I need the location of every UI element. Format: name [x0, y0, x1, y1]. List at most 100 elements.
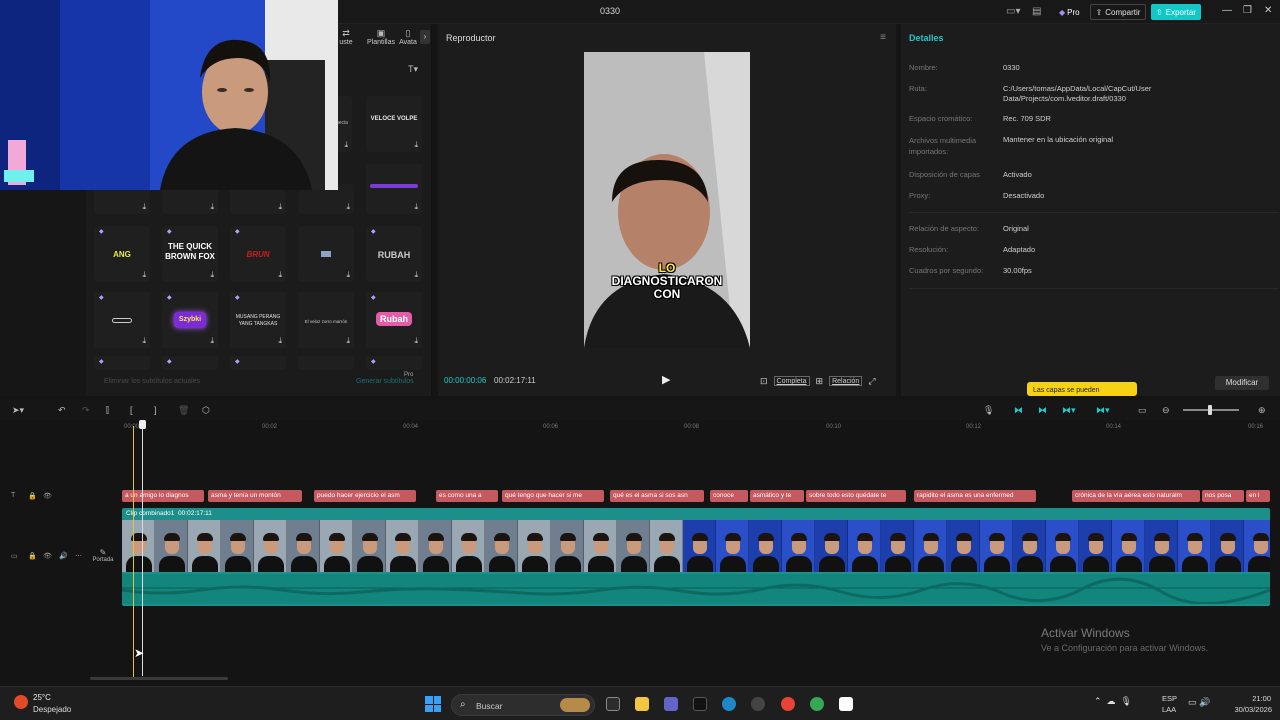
subtitle-clip[interactable]: sobre todo esto quédate te	[806, 490, 906, 502]
fullscreen-icon[interactable]: ⤢	[868, 376, 875, 387]
subtitle-clip[interactable]: asma y tenía un montón	[208, 490, 302, 502]
template-tile[interactable]: ◆ Szybki ⤓	[162, 292, 218, 348]
delete-icon[interactable]: 🗑	[178, 405, 189, 416]
download-icon[interactable]: ⤓	[278, 336, 282, 346]
download-icon[interactable]: ⤓	[346, 202, 350, 212]
trim-left-icon[interactable]: [	[130, 405, 133, 415]
caption-tool-icon[interactable]: ▭	[1138, 405, 1147, 416]
tab-templates[interactable]: ▣ Plantillas	[364, 28, 398, 46]
download-icon[interactable]: ⤓	[210, 202, 214, 212]
subtitle-clip[interactable]: asmático y te	[750, 490, 804, 502]
download-icon[interactable]: ⤓	[414, 336, 418, 346]
main-track-magnet-icon[interactable]: ⧓	[1014, 405, 1023, 416]
template-tile[interactable]: ◆	[366, 356, 422, 370]
download-icon[interactable]: ⤓	[346, 270, 350, 280]
aspect-ratio-button[interactable]: Relación	[829, 376, 863, 386]
pro-badge[interactable]: ◆ Pro	[1055, 5, 1084, 19]
video-preview[interactable]: LO DIAGNOSTICARON CON	[584, 52, 750, 348]
app-a-icon[interactable]	[693, 697, 707, 711]
split-icon[interactable]: ⫿	[106, 405, 109, 416]
template-tile[interactable]: ⤓	[298, 226, 354, 282]
template-tile[interactable]: VELOCE VOLPE ⤓	[366, 96, 422, 152]
time-ruler[interactable]: 00:00 00:02 00:04 00:06 00:08 00:10 00:1…	[120, 420, 1280, 434]
download-icon[interactable]: ⤓	[210, 336, 214, 346]
template-tile[interactable]: ◆ RUBAH ⤓	[366, 226, 422, 282]
lock-icon[interactable]: 🔒	[28, 552, 37, 560]
system-tray-icons[interactable]: ⌃ ☁ 🎙	[1094, 696, 1132, 707]
minimize-icon[interactable]: —	[1222, 5, 1232, 16]
download-icon[interactable]: ⤓	[414, 202, 418, 212]
clock-date[interactable]: 30/03/2026	[1222, 705, 1272, 714]
input-layout[interactable]: LAA	[1162, 705, 1176, 714]
tab-avatar[interactable]: ▯ Avata	[396, 28, 420, 46]
subtitle-clip[interactable]: rapidito el asma es una enfermed	[914, 490, 1036, 502]
chrome-icon[interactable]	[781, 697, 795, 711]
template-tile[interactable]: ◆ ANG ⤓	[94, 226, 150, 282]
download-icon[interactable]: ⤓	[210, 270, 214, 280]
template-tile[interactable]: ◆	[230, 356, 286, 370]
app-icon[interactable]	[751, 697, 765, 711]
tab-adjust[interactable]: ⇄ uste	[338, 28, 354, 46]
generate-subtitles-button[interactable]: Generar subtítulos	[356, 378, 414, 385]
template-tile[interactable]: ◆ Rubah ⤓	[366, 292, 422, 348]
subtitle-clip[interactable]: puedo hacer ejercicio el asm	[314, 490, 416, 502]
template-tile[interactable]: El veloz zorro marrón ⤓	[298, 292, 354, 348]
subtitle-clip[interactable]: en l	[1246, 490, 1270, 502]
subtitle-clip[interactable]: a un amigo lo diagnos	[122, 490, 204, 502]
subtitle-clip[interactable]: qué es el asma si sos asn	[610, 490, 704, 502]
template-tile[interactable]: ◆ ⤓	[94, 292, 150, 348]
linkage-icon[interactable]: ⧓▾	[1062, 405, 1076, 416]
layout-icon[interactable]: ▭▾	[1006, 6, 1020, 17]
download-icon[interactable]: ⤓	[278, 202, 282, 212]
template-tile[interactable]: ◆ BRUN ⤓	[230, 226, 286, 282]
network-volume-icons[interactable]: ▭ 🔊	[1188, 697, 1210, 708]
download-icon[interactable]: ⤓	[142, 202, 146, 212]
undo-icon[interactable]: ↶	[58, 405, 66, 416]
playhead-handle[interactable]	[139, 420, 146, 429]
zoom-out-icon[interactable]: ⊖	[1162, 405, 1170, 416]
more-icon[interactable]: ⋯	[75, 552, 82, 560]
playhead[interactable]	[142, 424, 143, 676]
marker-icon[interactable]: ⬡	[202, 405, 210, 416]
video-clip[interactable]: Clip combinado1 00:02:17:11	[122, 508, 1270, 606]
weather-condition[interactable]: Despejado	[33, 705, 71, 714]
lock-icon[interactable]: 🔒	[28, 492, 37, 500]
download-icon[interactable]: ⤓	[344, 140, 348, 150]
eye-icon[interactable]: 👁	[43, 492, 52, 500]
close-icon[interactable]: ✕	[1264, 5, 1272, 16]
template-tile[interactable]: ⤓	[366, 164, 422, 214]
panel-scroll-right-button[interactable]: ›	[420, 30, 430, 44]
remove-subtitles-link[interactable]: Eliminar los subtítulos actuales	[104, 378, 200, 385]
audio-icon[interactable]: 🔊	[59, 552, 68, 560]
weather-temperature[interactable]: 25°C	[33, 693, 51, 702]
template-tile[interactable]: ◆	[162, 356, 218, 370]
file-explorer-icon[interactable]	[635, 697, 649, 711]
filter-icon[interactable]: T▾	[408, 64, 418, 75]
download-icon[interactable]: ⤓	[142, 270, 146, 280]
eye-icon[interactable]: 👁	[43, 552, 52, 560]
zoom-slider-handle[interactable]	[1208, 405, 1212, 415]
trim-right-icon[interactable]: ]	[154, 405, 157, 415]
subtitle-clip[interactable]: crónica de la vía aérea esto naturalm	[1072, 490, 1200, 502]
subtitle-clip[interactable]: conoce	[710, 490, 748, 502]
crop-icon[interactable]: ⊡	[760, 376, 768, 387]
screenshot-icon[interactable]: ⊞	[816, 376, 824, 387]
auto-snap-icon[interactable]: ⧓	[1038, 405, 1047, 416]
timeline-scrollbar[interactable]	[90, 677, 228, 680]
preview-axis-icon[interactable]: ⧓▾	[1096, 405, 1110, 416]
menu-icon[interactable]: ≡	[880, 32, 886, 43]
redo-icon[interactable]: ↷	[82, 405, 90, 416]
download-icon[interactable]: ⤓	[142, 336, 146, 346]
template-tile[interactable]: ◆ MUSANG PERANG YANG TANGKAS ⤓	[230, 292, 286, 348]
select-tool-icon[interactable]: ➤▾	[12, 405, 24, 416]
zoom-slider[interactable]	[1183, 405, 1239, 415]
template-tile[interactable]: ◆	[94, 356, 150, 370]
restore-icon[interactable]: ❐	[1243, 5, 1252, 16]
subtitle-clip[interactable]: nos posa	[1202, 490, 1244, 502]
template-tile[interactable]	[298, 356, 354, 370]
download-icon[interactable]: ⤓	[346, 336, 350, 346]
download-icon[interactable]: ⤓	[278, 270, 282, 280]
chrome-profile-icon[interactable]	[810, 697, 824, 711]
download-icon[interactable]: ⤓	[414, 140, 418, 150]
clock-time[interactable]: 21:00	[1239, 694, 1271, 703]
